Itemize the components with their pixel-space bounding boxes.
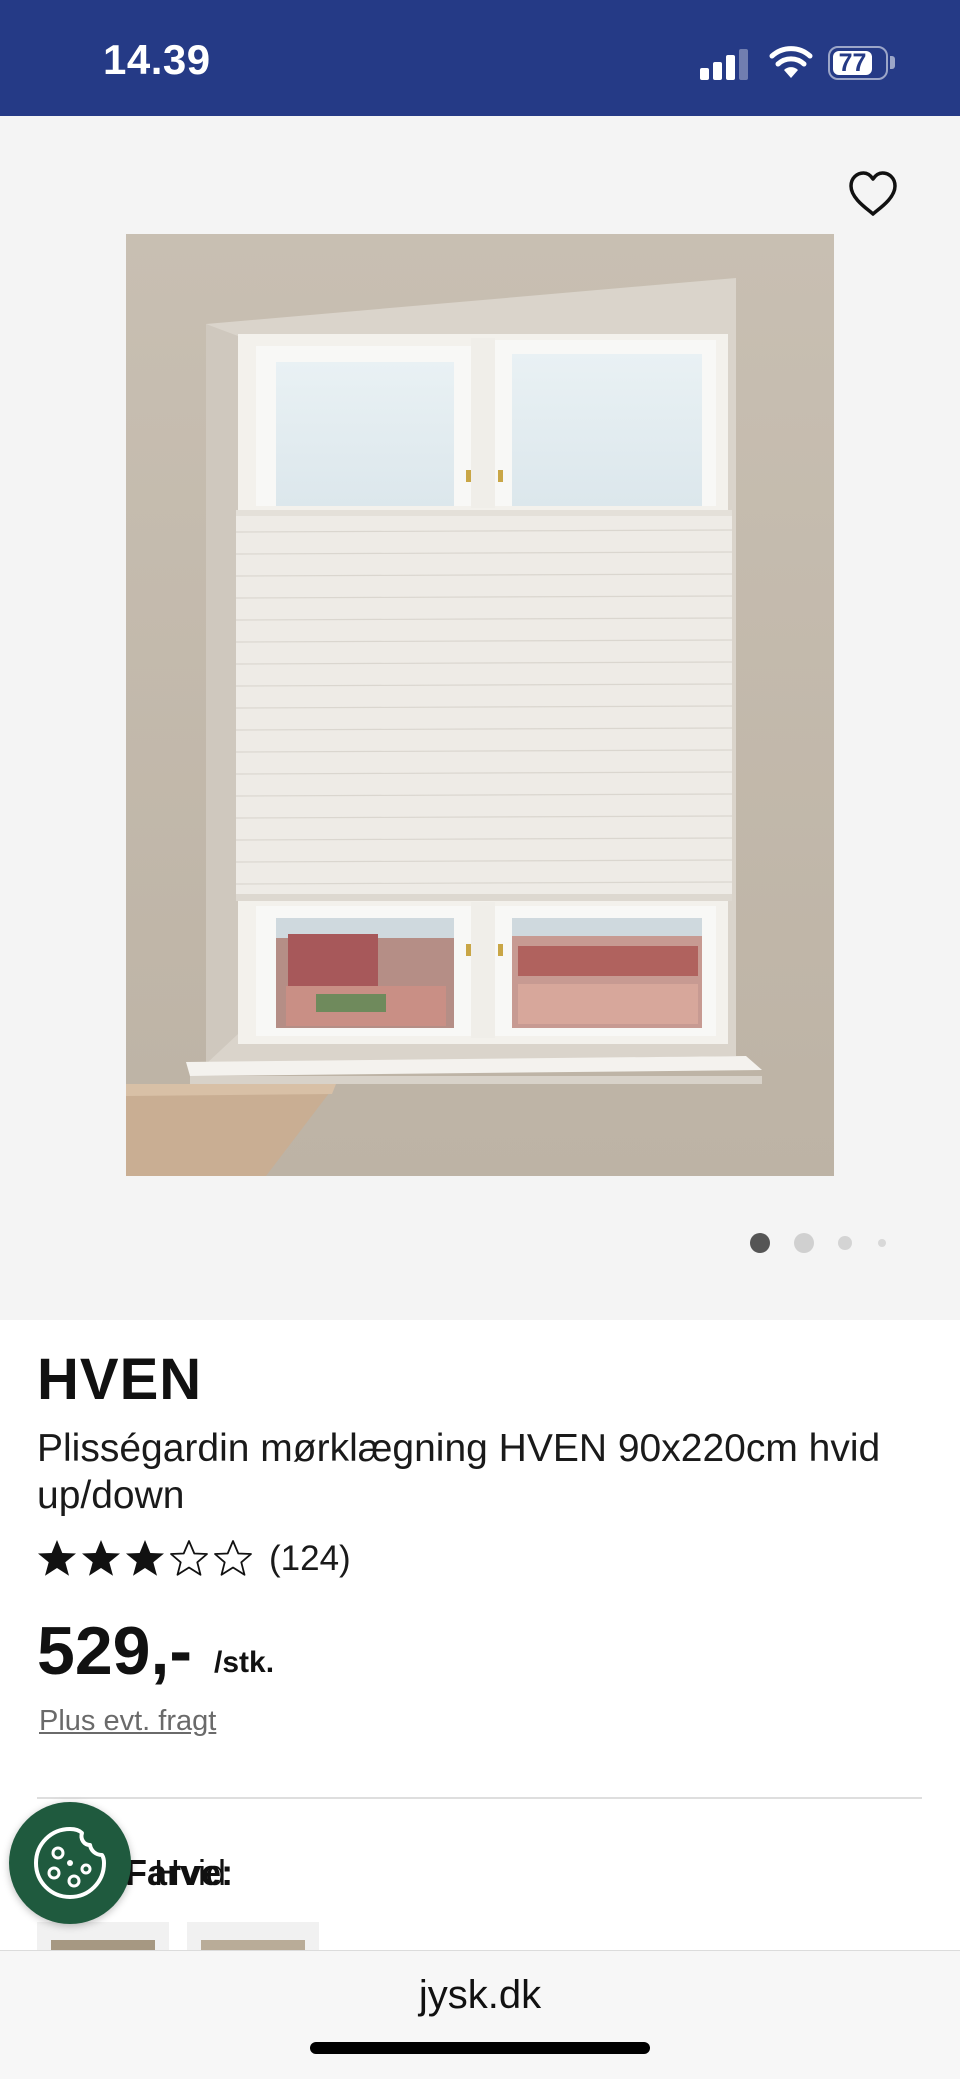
star-outline-icon: [214, 1540, 252, 1576]
cookie-settings-button[interactable]: [9, 1802, 131, 1924]
battery-tip: [890, 56, 895, 69]
home-indicator[interactable]: [310, 2042, 650, 2054]
price-unit: /stk.: [214, 1646, 275, 1679]
shipping-info-link[interactable]: Plus evt. fragt: [39, 1705, 216, 1738]
favorite-heart-icon[interactable]: [845, 166, 901, 222]
color-value: Hvid: [154, 1852, 227, 1893]
product-brand: HVEN: [37, 1347, 203, 1412]
gallery-dot[interactable]: [794, 1233, 814, 1253]
status-bar: 14.39 77: [0, 0, 960, 116]
cookie-icon: [34, 1827, 106, 1899]
variant-swatch[interactable]: [187, 1922, 319, 1952]
signal-icon: [700, 46, 752, 80]
gallery-pagination[interactable]: [740, 1226, 900, 1256]
battery-icon: 77: [828, 46, 888, 80]
gallery-dot-active[interactable]: [750, 1233, 770, 1253]
browser-url-bar[interactable]: jysk.dk: [0, 1950, 960, 2079]
variant-swatch[interactable]: [37, 1922, 169, 1952]
product-title: Plisségardin mørklægning HVEN 90x220cm h…: [37, 1427, 881, 1517]
review-count[interactable]: (124): [269, 1539, 351, 1579]
gallery-dot[interactable]: [838, 1236, 852, 1250]
star-filled-icon: [82, 1540, 120, 1576]
star-outline-icon: [170, 1540, 208, 1576]
url-text[interactable]: jysk.dk: [0, 1973, 960, 2018]
gallery-dot[interactable]: [878, 1239, 886, 1247]
star-filled-icon: [126, 1540, 164, 1576]
rating-stars: [38, 1540, 252, 1576]
wifi-icon: [769, 46, 813, 78]
product-gallery[interactable]: [0, 116, 960, 1320]
battery-level: 77: [833, 51, 872, 76]
product-image[interactable]: [126, 234, 834, 1176]
section-divider: [37, 1797, 922, 1799]
star-filled-icon: [38, 1540, 76, 1576]
product-price: 529,-: [37, 1613, 192, 1689]
status-time: 14.39: [103, 36, 211, 83]
